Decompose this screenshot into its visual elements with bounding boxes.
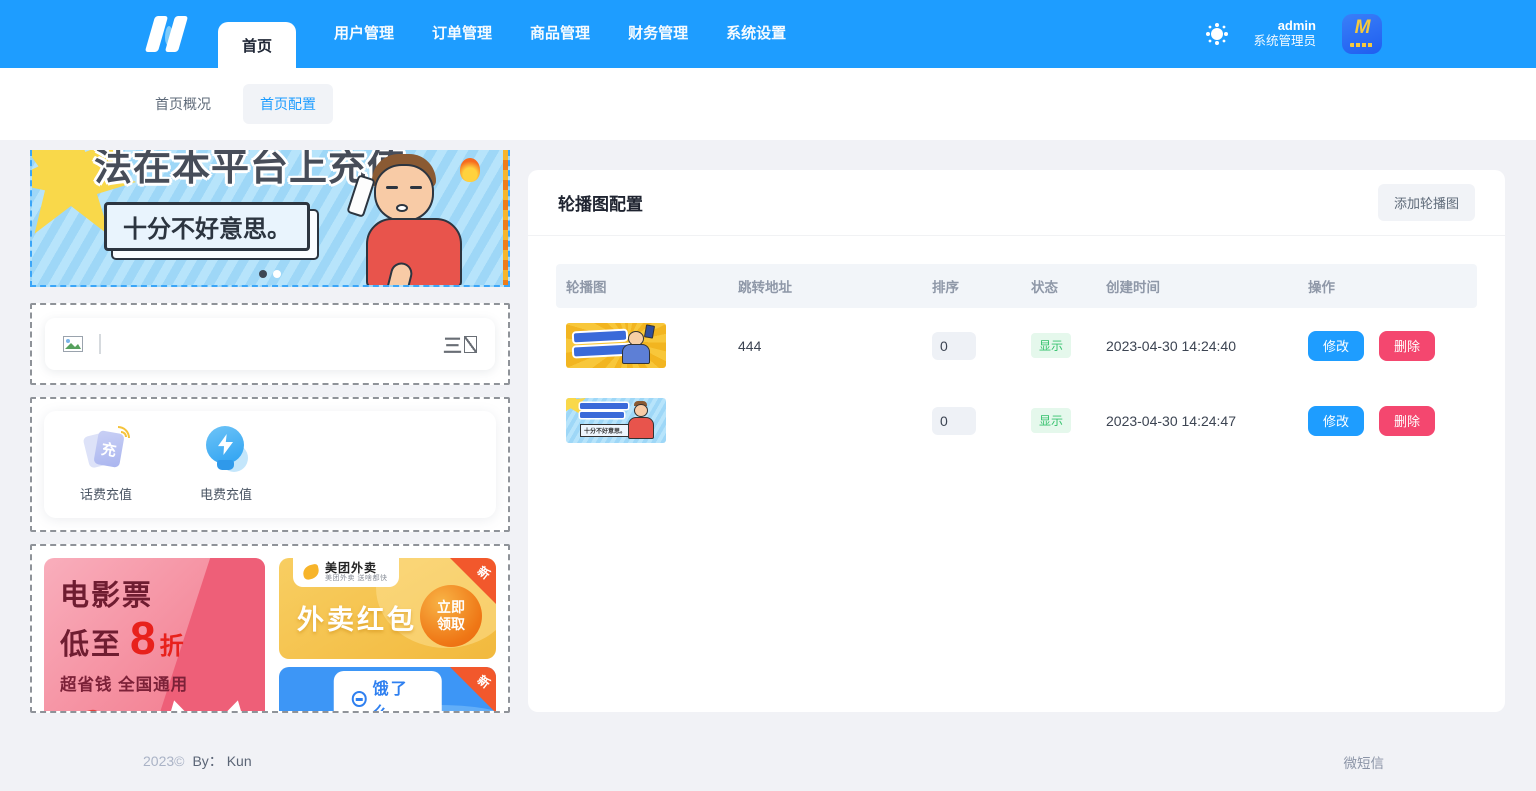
carousel-table: 轮播图 跳转地址 排序 状态 创建时间 操作 444 0 显示 2023-04-… <box>528 236 1505 458</box>
carousel-dot[interactable] <box>273 270 281 278</box>
nav-item-finance[interactable]: 财务管理 <box>628 22 688 68</box>
theme-sun-icon[interactable] <box>1211 28 1223 40</box>
promo-movie-card[interactable]: 电影票 低至 8 折 超省钱 全国通用 <box>44 558 265 713</box>
table-row: 十分不好意思。 0 显示 2023-04-30 14:24:47 修改 删除 <box>556 383 1477 458</box>
banner-speech-box: 十分不好意思。 <box>104 202 310 251</box>
nav-item-orders[interactable]: 订单管理 <box>432 22 492 68</box>
edit-button[interactable]: 修改 <box>1308 331 1364 361</box>
meituan-brand: 美团外卖 美团外卖 送啥都快 <box>293 558 399 587</box>
nav-item-settings[interactable]: 系统设置 <box>726 22 786 68</box>
preview-quick-actions-section[interactable]: 充 话费充值 电费充值 <box>30 397 510 532</box>
edit-button[interactable]: 修改 <box>1308 406 1364 436</box>
carousel-thumbnail[interactable]: 十分不好意思。 <box>566 398 666 443</box>
red-envelope-decoration <box>44 708 116 713</box>
app-logo-icon <box>148 16 192 52</box>
nav-item-users[interactable]: 用户管理 <box>334 22 394 68</box>
quick-action-label: 话费充值 <box>80 484 132 503</box>
col-header-link: 跳转地址 <box>728 276 922 296</box>
tab-home-overview[interactable]: 首页概况 <box>155 94 211 114</box>
user-name: admin <box>1253 18 1316 34</box>
col-header-created: 创建时间 <box>1096 276 1298 296</box>
col-header-image: 轮播图 <box>556 276 728 296</box>
col-header-status: 状态 <box>1021 276 1096 296</box>
eleme-logo-icon <box>351 691 366 707</box>
movie-title: 电影票 <box>60 572 265 614</box>
col-header-sort: 排序 <box>922 276 1021 296</box>
secondary-nav: 首页概况 首页配置 <box>0 68 1536 140</box>
col-header-actions: 操作 <box>1298 276 1477 296</box>
top-header: 首页 用户管理 订单管理 商品管理 财务管理 系统设置 admin 系统管理员 … <box>0 0 1536 68</box>
tab-home-config[interactable]: 首页配置 <box>243 84 333 124</box>
panel-title: 轮播图配置 <box>558 190 643 215</box>
main-nav: 首页 用户管理 订单管理 商品管理 财务管理 系统设置 <box>218 0 786 68</box>
text-caret <box>99 334 101 354</box>
preview-banner-section[interactable]: 法在本平台上充值 十分不好意思。 <box>30 150 510 287</box>
table-header-row: 轮播图 跳转地址 排序 状态 创建时间 操作 <box>556 264 1477 308</box>
delete-button[interactable]: 删除 <box>1379 331 1435 361</box>
status-badge: 显示 <box>1031 333 1071 358</box>
carousel-config-panel: 轮播图配置 添加轮播图 轮播图 跳转地址 排序 状态 创建时间 操作 444 0… <box>528 170 1505 712</box>
nav-item-home[interactable]: 首页 <box>218 22 296 68</box>
search-bar[interactable]: 三 <box>45 318 495 370</box>
user-info[interactable]: admin 系统管理员 <box>1253 18 1316 50</box>
promo-meituan-card[interactable]: 美团外卖 美团外卖 送啥都快 新 外卖红包 立即 领取 <box>279 558 496 659</box>
cat-mascot <box>143 698 263 713</box>
claim-now-button[interactable]: 立即 领取 <box>420 585 482 647</box>
quick-action-phone-recharge[interactable]: 充 话费充值 <box>80 426 132 503</box>
quick-action-label: 电费充值 <box>200 484 252 503</box>
avatar[interactable]: M <box>1342 14 1382 54</box>
promo-eleme-card[interactable]: 饿了么 新 <box>279 667 496 713</box>
missing-glyph-icon <box>464 336 477 353</box>
broken-image-icon <box>63 336 83 352</box>
footer-brand: 微短信 <box>1344 752 1385 772</box>
meituan-promo-title: 外卖红包 <box>297 598 417 637</box>
carousel-dots[interactable] <box>259 270 281 278</box>
created-cell: 2023-04-30 14:24:40 <box>1096 338 1298 354</box>
electric-recharge-icon <box>202 426 250 472</box>
carousel-thumbnail[interactable] <box>566 323 666 368</box>
banner-cartoon-man <box>328 154 468 287</box>
preview-search-section[interactable]: 三 <box>30 303 510 385</box>
link-cell: 444 <box>728 338 922 354</box>
sort-input[interactable]: 0 <box>932 407 976 435</box>
carousel-dot-active[interactable] <box>259 270 267 278</box>
quick-action-electric-recharge[interactable]: 电费充值 <box>200 426 252 503</box>
preview-promos-section[interactable]: 电影票 低至 8 折 超省钱 全国通用 <box>30 544 510 713</box>
created-cell: 2023-04-30 14:24:47 <box>1096 413 1298 429</box>
discount-number: 8 <box>130 618 158 659</box>
delete-button[interactable]: 删除 <box>1379 406 1435 436</box>
phone-recharge-icon: 充 <box>82 426 130 472</box>
nav-item-products[interactable]: 商品管理 <box>530 22 590 68</box>
footer-copyright: 2023©By： Kun <box>143 751 252 771</box>
status-badge: 显示 <box>1031 408 1071 433</box>
sort-input[interactable]: 0 <box>932 332 976 360</box>
kangaroo-icon <box>302 563 321 580</box>
user-role: 系统管理员 <box>1253 34 1316 50</box>
eleme-brand: 饿了么 <box>333 671 442 713</box>
movie-subtitle: 超省钱 全国通用 <box>60 671 265 695</box>
mobile-preview: 法在本平台上充值 十分不好意思。 三 <box>30 150 510 713</box>
menu-icon: 三 <box>443 331 462 358</box>
table-row: 444 0 显示 2023-04-30 14:24:40 修改 删除 <box>556 308 1477 383</box>
add-carousel-button[interactable]: 添加轮播图 <box>1378 184 1475 221</box>
